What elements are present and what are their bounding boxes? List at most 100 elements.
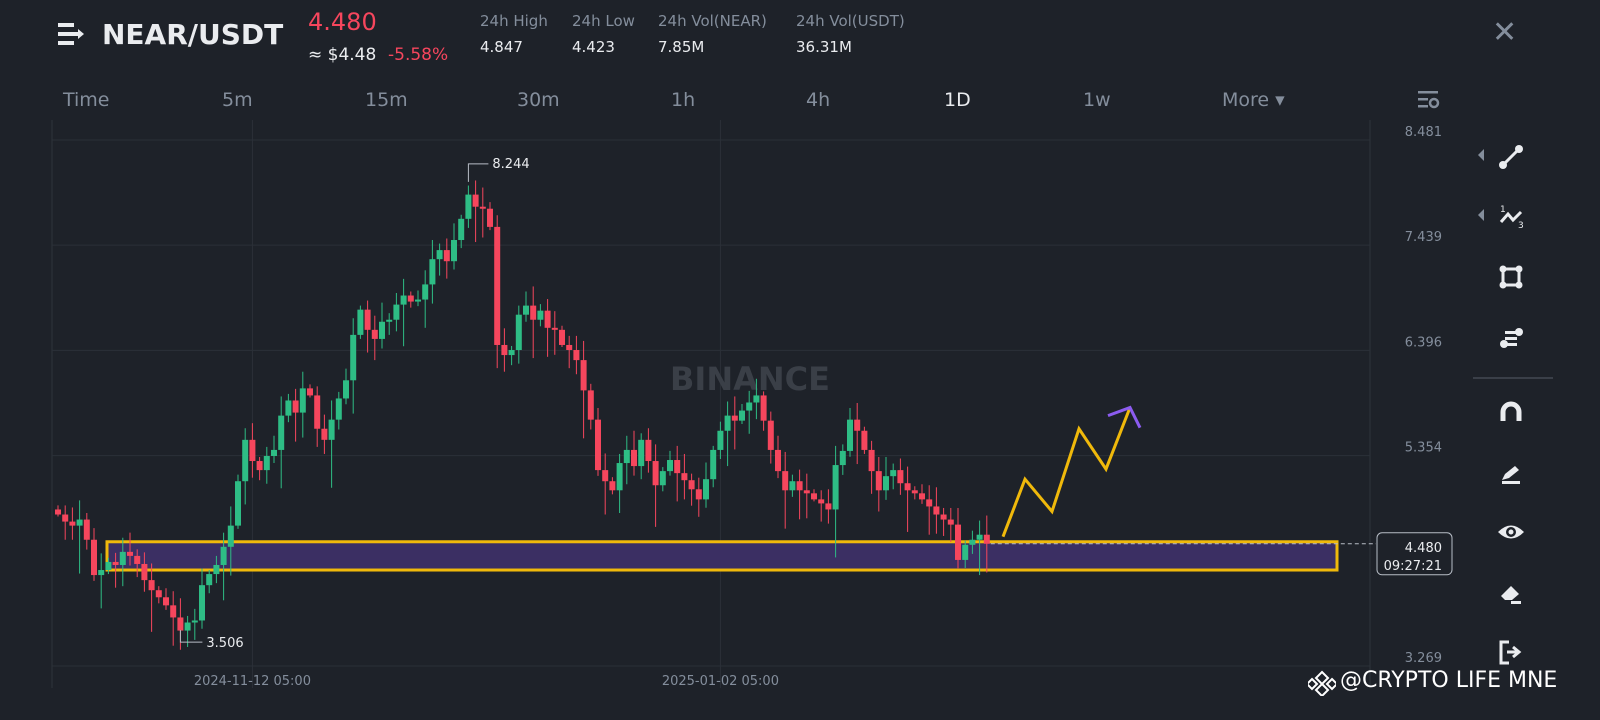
candle-body xyxy=(623,449,630,464)
candle-body xyxy=(127,551,133,556)
candle-body xyxy=(415,299,421,302)
y-tick-label: 6.396 xyxy=(1405,335,1442,350)
candle-body xyxy=(767,420,774,450)
candle-body xyxy=(307,388,313,396)
candle-body xyxy=(263,455,270,471)
pencil-lock-icon[interactable] xyxy=(1495,456,1527,488)
candle-body xyxy=(760,395,767,421)
candle-body xyxy=(55,509,61,515)
candle-body xyxy=(206,574,213,586)
candle-body xyxy=(631,449,637,467)
candle-body xyxy=(271,449,277,456)
candle-body xyxy=(422,284,429,300)
toolbar-divider xyxy=(1473,377,1553,379)
candle-body xyxy=(242,439,249,482)
candle-body xyxy=(379,321,385,339)
credit-watermark: @CRYPTO LIFE MNE xyxy=(1340,668,1558,693)
candle-body xyxy=(213,564,220,575)
trend-line-tool-icon[interactable] xyxy=(1495,141,1527,173)
candle-body xyxy=(170,605,177,618)
candle-body xyxy=(119,551,126,565)
candle-body xyxy=(731,415,738,421)
candle-body xyxy=(847,419,853,451)
candle-body xyxy=(443,250,450,262)
candle-body xyxy=(688,480,695,490)
candle-body xyxy=(789,481,796,491)
candle-body xyxy=(976,534,983,540)
candle-body xyxy=(393,304,400,320)
candle-body xyxy=(501,344,508,356)
candle-body xyxy=(98,570,105,576)
candle-body xyxy=(199,585,205,621)
candle-body xyxy=(321,428,328,440)
candle-body xyxy=(155,590,162,598)
candle-body xyxy=(69,521,76,526)
candle-body xyxy=(746,402,753,411)
fibonacci-tool-icon[interactable]: 13 xyxy=(1495,200,1527,232)
candle-body xyxy=(148,580,155,591)
candle-body xyxy=(681,473,688,481)
eye-icon[interactable] xyxy=(1495,516,1527,548)
candle-body xyxy=(703,479,709,500)
high-label: 8.244 xyxy=(492,157,529,172)
candle-body xyxy=(472,194,479,207)
candle-body xyxy=(659,471,666,486)
svg-text:1: 1 xyxy=(1500,205,1506,215)
candle-body xyxy=(429,259,436,285)
candle-body xyxy=(854,419,861,431)
eraser-icon[interactable] xyxy=(1495,576,1527,608)
binance-logo-icon xyxy=(1308,670,1336,696)
expand-arrow-icon xyxy=(1478,149,1484,161)
candle-body xyxy=(897,470,904,484)
candle-body xyxy=(580,360,587,391)
candle-body xyxy=(753,395,760,403)
candle-body xyxy=(674,460,681,474)
candle-body xyxy=(811,493,817,500)
candle-body xyxy=(595,419,601,471)
candle-body xyxy=(508,350,515,356)
candle-body xyxy=(91,539,97,576)
candle-body xyxy=(695,489,702,500)
candle-body xyxy=(933,506,940,515)
candle-body xyxy=(343,380,349,399)
candle-body xyxy=(494,226,501,345)
y-tick-label: 8.481 xyxy=(1405,125,1442,140)
candle-body xyxy=(667,460,673,472)
candle-body xyxy=(638,439,645,467)
candle-body xyxy=(278,415,285,450)
exit-icon[interactable] xyxy=(1495,636,1527,668)
candle-body xyxy=(515,314,522,351)
current-price-value: 4.480 xyxy=(1405,541,1442,556)
candle-body xyxy=(839,450,846,466)
candle-body xyxy=(782,471,789,491)
candle-body xyxy=(163,597,169,606)
candle-body xyxy=(386,319,393,322)
rectangle-tool-icon[interactable] xyxy=(1495,261,1527,293)
candle-body xyxy=(487,208,493,227)
position-tool-icon[interactable] xyxy=(1495,322,1527,354)
chart-area xyxy=(52,120,1370,688)
candle-body xyxy=(83,519,90,540)
candle-body xyxy=(904,483,911,491)
candle-body xyxy=(710,449,717,480)
candle-body xyxy=(739,410,745,421)
candle-body xyxy=(796,481,803,491)
candle-body xyxy=(357,309,364,335)
candle-body xyxy=(969,539,976,545)
candle-body xyxy=(875,471,882,491)
candle-body xyxy=(350,334,357,381)
candle-body xyxy=(523,305,529,315)
candle-body xyxy=(652,461,659,486)
expand-arrow-icon xyxy=(1478,209,1484,221)
candle-body xyxy=(602,470,609,482)
candlestick-chart[interactable]: 8.481 7.439 6.396 5.354 3.269 2024-11-12 05:0… xyxy=(0,0,1600,720)
candle-body xyxy=(616,463,623,491)
candle-body xyxy=(112,561,119,565)
candle-body xyxy=(775,449,781,472)
magnet-icon[interactable] xyxy=(1495,396,1527,428)
candle-body xyxy=(645,439,652,462)
candle-body xyxy=(227,525,234,547)
candle-body xyxy=(962,544,969,560)
candle-body xyxy=(235,481,241,526)
candle-body xyxy=(220,546,227,565)
